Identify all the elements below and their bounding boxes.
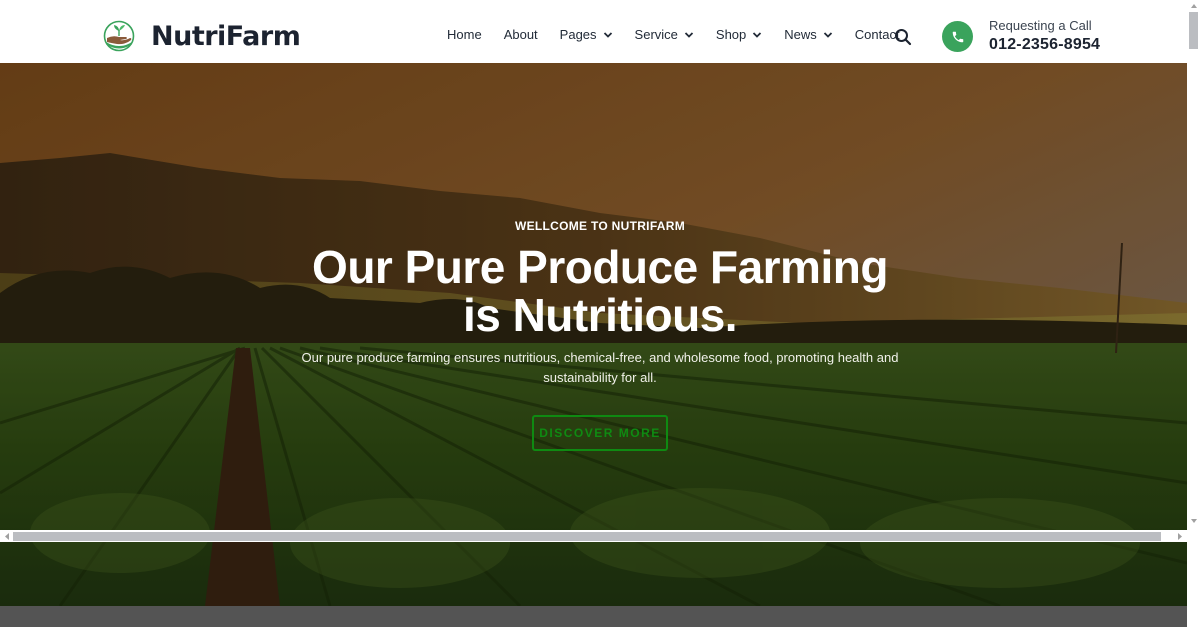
- vertical-scroll-thumb[interactable]: [1189, 12, 1198, 49]
- call-number[interactable]: 012-2356-8954: [989, 34, 1100, 56]
- search-icon[interactable]: [894, 28, 912, 46]
- hero-headline-line2: is Nutritious.: [462, 289, 738, 341]
- nav-item-shop[interactable]: Shop: [716, 27, 762, 42]
- chevron-down-icon: [753, 31, 762, 38]
- nav-item-home[interactable]: Home: [447, 27, 482, 42]
- chevron-down-icon: [823, 31, 832, 38]
- phone-icon: [952, 31, 963, 42]
- main-nav: Home About Pages Service Shop News Conta…: [447, 27, 900, 42]
- call-label: Requesting a Call: [989, 18, 1092, 33]
- hero-subtext: Our pure produce farming ensures nutriti…: [301, 350, 899, 385]
- next-section-band: [0, 606, 1187, 627]
- chevron-down-icon: [603, 31, 612, 38]
- request-call[interactable]: Requesting a Call 012-2356-8954: [942, 17, 1100, 56]
- discover-more-button[interactable]: DISCOVER MORE: [532, 415, 668, 451]
- brand-name: NutriFarm: [151, 20, 301, 52]
- nav-item-label: About: [503, 27, 538, 42]
- hand-sprout-logo-icon: [103, 20, 135, 52]
- brand-logo[interactable]: NutriFarm: [103, 20, 301, 52]
- vertical-scrollbar[interactable]: [1187, 0, 1200, 627]
- scroll-left-arrow-icon[interactable]: [3, 532, 11, 541]
- scroll-right-arrow-icon[interactable]: [1176, 532, 1184, 541]
- horizontal-scrollbar[interactable]: [0, 530, 1187, 542]
- nav-item-service[interactable]: Service: [635, 27, 694, 42]
- nav-item-label: Contact: [854, 27, 900, 42]
- hero-headline-line1: Our Pure Produce Farming: [312, 241, 888, 293]
- nav-item-pages[interactable]: Pages: [560, 27, 613, 42]
- site-header: NutriFarm Home About Pages Service Shop …: [0, 0, 1187, 63]
- scroll-up-arrow-icon[interactable]: [1190, 3, 1198, 9]
- nav-item-news[interactable]: News: [784, 27, 833, 42]
- scroll-down-arrow-icon[interactable]: [1190, 518, 1198, 524]
- nav-item-contact[interactable]: Contact: [855, 27, 900, 42]
- hero-section: WELLCOME TO NUTRIFARM Our Pure Produce F…: [0, 63, 1187, 606]
- nav-item-label: News: [784, 27, 817, 42]
- nav-item-label: Pages: [559, 27, 597, 42]
- chevron-down-icon: [684, 31, 694, 38]
- nav-item-label: Service: [634, 27, 678, 42]
- horizontal-scroll-thumb[interactable]: [13, 532, 1161, 541]
- nav-item-label: Home: [447, 27, 482, 42]
- phone-icon-badge: [942, 21, 973, 52]
- hero-kicker: WELLCOME TO NUTRIFARM: [514, 219, 686, 233]
- nav-item-about[interactable]: About: [504, 27, 538, 42]
- nav-item-label: Shop: [715, 27, 747, 42]
- hero-headline: Our Pure Produce Farming is Nutritious.: [0, 243, 1187, 339]
